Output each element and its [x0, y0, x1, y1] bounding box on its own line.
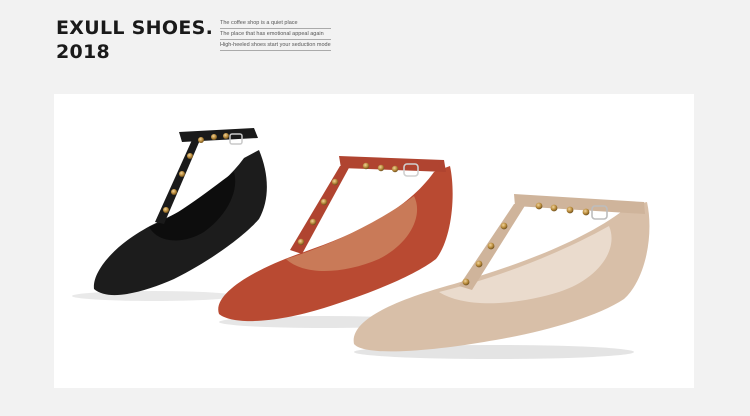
tagline-line-2: The place that has emotional appeal agai…: [220, 30, 331, 40]
brand-title-line2: 2018: [56, 41, 111, 63]
tagline-line-3: High-heeled shoes start your seduction m…: [220, 41, 331, 51]
shoe-beige-ankle-strap: [514, 194, 645, 214]
brand-title-line1: EXULL SHOES.: [56, 17, 214, 39]
tagline-line-1: The coffee shop is a quiet place: [220, 19, 331, 29]
product-photo: [54, 94, 694, 388]
shoe-black-ankle-strap: [179, 128, 258, 142]
tagline: The coffee shop is a quiet place The pla…: [220, 19, 331, 52]
shoe-black: [72, 128, 267, 301]
brand-title: EXULL SHOES. 2018: [56, 16, 213, 64]
shoes-illustration: [72, 128, 650, 359]
